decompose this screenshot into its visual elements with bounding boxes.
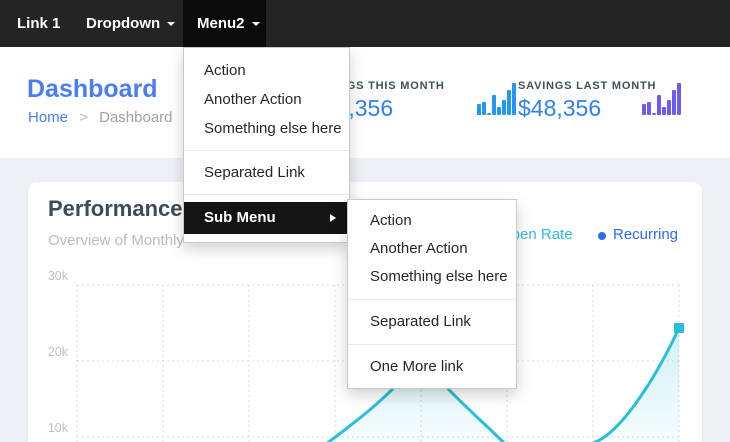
menu2-dropdown: Action Another Action Something else her…: [183, 47, 350, 243]
caret-down-icon: [167, 22, 176, 27]
chart-end-marker: [674, 323, 684, 333]
nav-menu2-label: Menu2: [197, 15, 245, 32]
caret-right-icon: [330, 214, 336, 222]
stat-label: SAVINGS LAST MONTH: [518, 80, 657, 92]
nav-menu2[interactable]: Menu2: [197, 0, 260, 47]
menu-item-something-else[interactable]: Something else here: [184, 114, 349, 143]
menu-item-another-action[interactable]: Another Action: [184, 85, 349, 114]
breadcrumb-current: Dashboard: [99, 109, 173, 126]
breadcrumb-separator: >: [79, 109, 88, 126]
breadcrumb: Home > Dashboard: [28, 109, 173, 126]
submenu-item-one-more-link[interactable]: One More link: [348, 353, 516, 381]
page-title: Dashboard: [27, 75, 158, 103]
caret-down-icon: [251, 22, 260, 27]
menu-item-sub-menu[interactable]: Sub Menu: [184, 202, 349, 234]
sparkline-bars-purple: [642, 82, 681, 115]
sparkline-bars-blue: [477, 82, 516, 115]
menu-divider: [348, 299, 516, 300]
menu-divider: [184, 194, 349, 195]
submenu-item-action[interactable]: Action: [348, 207, 516, 235]
sub-menu-label: Sub Menu: [204, 209, 276, 226]
nav-link-1-label: Link 1: [17, 15, 61, 32]
nav-dropdown-label: Dropdown: [86, 15, 161, 32]
submenu-item-another-action[interactable]: Another Action: [348, 235, 516, 263]
breadcrumb-home-link[interactable]: Home: [28, 109, 68, 126]
stat-savings-last-month: SAVINGS LAST MONTH $48,356: [518, 80, 656, 122]
sub-menu-dropdown: Action Another Action Something else her…: [347, 199, 517, 389]
menu-divider: [184, 150, 349, 151]
nav-link-1[interactable]: Link 1: [17, 0, 60, 47]
app-window: Link 1 Dropdown Menu2 Dashboard Home > D…: [0, 0, 730, 442]
nav-dropdown[interactable]: Dropdown: [86, 0, 176, 47]
page-header: Dashboard Home > Dashboard SAVINGS THIS …: [0, 47, 730, 158]
menu-item-action[interactable]: Action: [184, 56, 349, 85]
submenu-item-something-else[interactable]: Something else here: [348, 263, 516, 291]
navbar: Link 1 Dropdown Menu2: [0, 0, 730, 47]
menu-divider: [348, 344, 516, 345]
stat-value: $48,356: [518, 95, 602, 121]
submenu-item-separated-link[interactable]: Separated Link: [348, 308, 516, 336]
menu-item-separated-link[interactable]: Separated Link: [184, 158, 349, 187]
